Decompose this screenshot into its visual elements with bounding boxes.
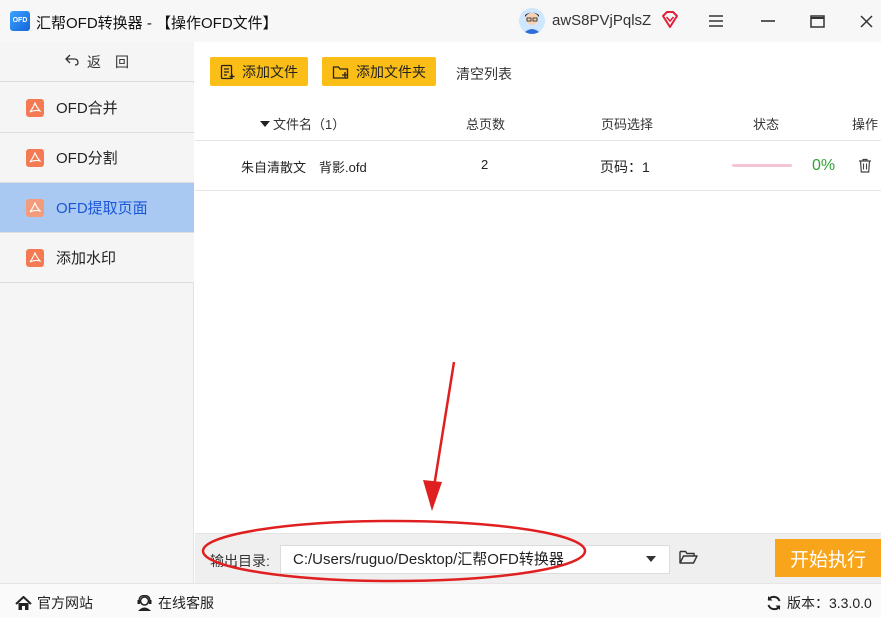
annotation-arrow: [431, 361, 456, 494]
delete-icon[interactable]: [858, 158, 872, 178]
column-status: 状态: [753, 117, 780, 132]
version-label: 版本：: [787, 595, 829, 611]
column-total-pages: 总页数: [466, 117, 506, 132]
online-support-link[interactable]: 在线客服: [136, 593, 214, 613]
maximize-icon[interactable]: [804, 8, 830, 34]
clear-list-button[interactable]: 清空列表: [456, 64, 512, 84]
add-file-button[interactable]: 添加文件: [210, 57, 308, 86]
vip-diamond-icon[interactable]: [660, 10, 680, 30]
back-button[interactable]: 返 回: [0, 42, 194, 82]
sidebar-item-label: 添加水印: [56, 250, 117, 267]
column-filename[interactable]: 文件名（1）: [260, 114, 345, 133]
progress-bar: [732, 164, 792, 167]
pdf-icon: [26, 248, 44, 267]
start-button[interactable]: 开始执行: [775, 539, 881, 577]
cell-filename: 朱自清散文 背影.ofd: [241, 160, 367, 175]
pdf-icon: [26, 98, 44, 117]
add-folder-button[interactable]: 添加文件夹: [322, 57, 436, 86]
official-website-label: 官方网站: [37, 595, 93, 611]
back-button-label: 返 回: [87, 53, 129, 70]
official-website-link[interactable]: 官方网站: [15, 593, 93, 613]
column-filename-label: 文件名（1）: [273, 117, 346, 132]
pdf-icon: [26, 148, 44, 167]
sidebar-item-label: OFD分割: [56, 150, 118, 167]
version-number: 3.3.0.0: [829, 595, 872, 611]
divider: [195, 190, 881, 191]
refresh-icon: [767, 595, 781, 611]
column-page-select: 页码选择: [601, 117, 654, 132]
back-arrow-icon: [65, 53, 79, 70]
add-folder-icon: [332, 65, 349, 79]
page-select-input[interactable]: 页码：1: [600, 157, 650, 177]
support-icon: [137, 595, 152, 611]
minimize-icon[interactable]: [755, 8, 781, 34]
sort-desc-icon: [260, 121, 270, 127]
online-support-label: 在线客服: [158, 595, 214, 611]
menu-icon[interactable]: [703, 8, 729, 34]
divider: [195, 140, 881, 141]
close-icon[interactable]: [853, 8, 879, 34]
pdf-icon: [26, 198, 44, 217]
open-folder-icon[interactable]: [679, 549, 698, 570]
sidebar-item-ofd-merge[interactable]: OFD合并: [0, 83, 194, 133]
cell-total-pages: 2: [481, 157, 489, 172]
user-name[interactable]: awS8PVjPqlsZ: [552, 12, 651, 29]
home-icon: [15, 595, 32, 610]
sidebar-item-ofd-extract-pages[interactable]: OFD提取页面: [0, 183, 194, 233]
avatar[interactable]: [519, 8, 545, 34]
sidebar-item-label: OFD提取页面: [56, 200, 148, 217]
window-title: 汇帮OFD转换器 - 【操作OFD文件】: [36, 15, 278, 32]
output-dir-select[interactable]: C:/Users/ruguo/Desktop/汇帮OFD转换器: [280, 545, 670, 574]
add-file-label: 添加文件: [242, 63, 298, 80]
app-logo: OFD: [10, 11, 30, 31]
version-info[interactable]: 版本： 3.3.0.0: [766, 593, 872, 613]
column-action: 操作: [852, 117, 879, 132]
footer: [0, 583, 881, 618]
progress-percent: 0%: [812, 157, 836, 174]
output-dir-label: 输出目录:: [210, 553, 270, 569]
sidebar-item-label: OFD合并: [56, 100, 118, 117]
sidebar: 返 回 OFD合并 OFD分割 OFD提取页面 添加水印: [0, 42, 194, 583]
add-file-icon: [220, 64, 235, 79]
chevron-down-icon[interactable]: [646, 556, 656, 562]
sidebar-item-add-watermark[interactable]: 添加水印: [0, 233, 194, 283]
add-folder-label: 添加文件夹: [356, 63, 426, 80]
annotation-arrowhead: [423, 480, 442, 511]
sidebar-item-ofd-split[interactable]: OFD分割: [0, 133, 194, 183]
